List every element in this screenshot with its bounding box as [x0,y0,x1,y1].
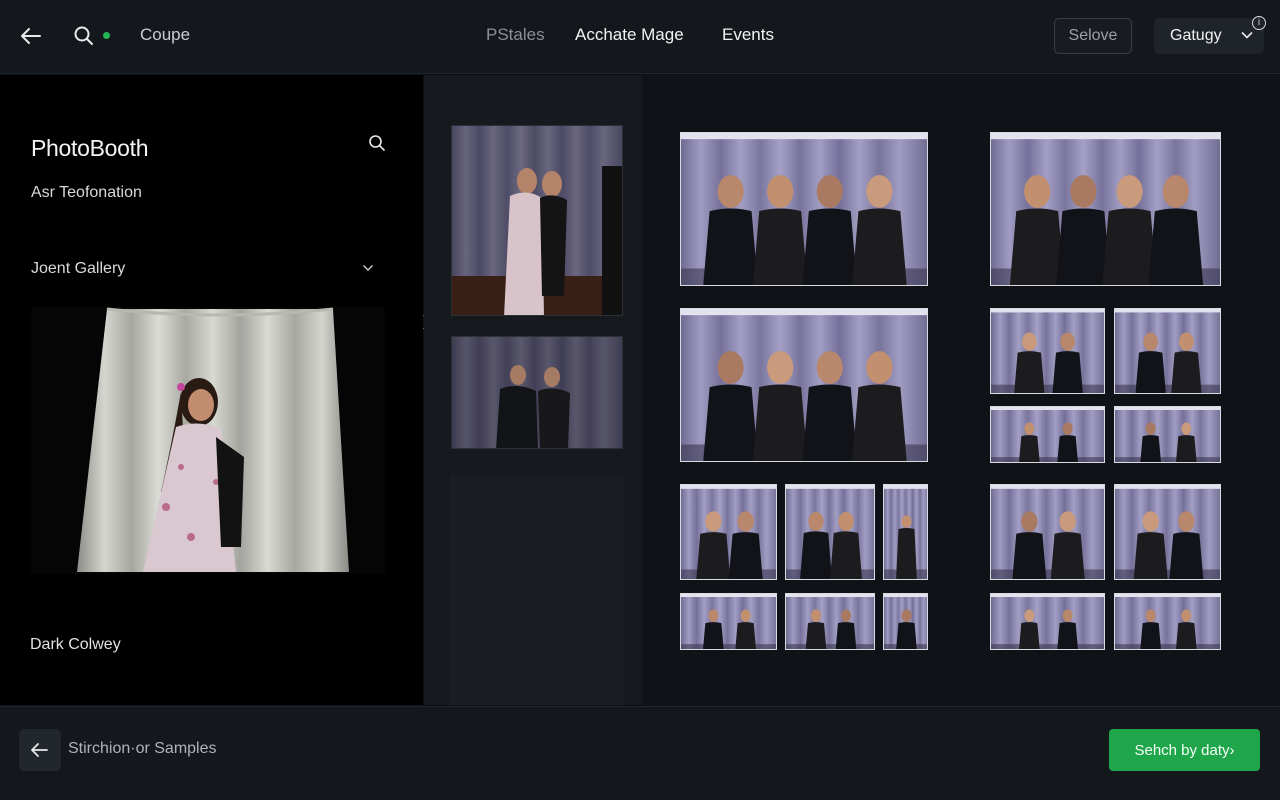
gallery-photo[interactable] [680,308,928,462]
nav-item-pstales[interactable]: PStales [486,25,545,45]
nav-item-events[interactable]: Events [722,25,774,45]
back-arrow-icon [31,743,48,757]
gallery-photo[interactable] [883,484,928,580]
panel-footer-label: Dark Colwey [30,636,121,653]
panel-subtitle: Asr Teofonation [31,184,142,201]
gallery-photo[interactable] [785,484,875,580]
back-button[interactable] [19,729,61,771]
gallery-photo[interactable] [1114,406,1221,463]
strip-thumbnail[interactable] [451,125,623,316]
status-dot [103,32,110,39]
panel-title: PhotoBooth [31,135,149,161]
gallery-photo[interactable] [990,308,1105,394]
app-title: Coupe [140,25,191,44]
gallery-photo[interactable] [680,593,777,650]
photo-grid [642,75,1280,705]
chevron-down-icon[interactable] [361,261,375,275]
category-dropdown-label: Gatugy [1170,27,1222,44]
search-icon[interactable] [367,133,387,153]
strip-thumbnail[interactable] [451,336,623,449]
select-button[interactable]: Selove [1054,18,1132,54]
detail-panel: PhotoBooth Asr Teofonation Joent Gallery… [0,75,423,705]
gallery-photo[interactable] [1114,593,1221,650]
gallery-photo[interactable] [680,484,777,580]
gallery-photo[interactable] [1114,308,1221,394]
search-by-date-button[interactable]: Sehch by daty› [1109,729,1260,771]
thumbnail-strip [424,75,642,705]
bottom-bar: Stirchion·or Samples Sehch by daty› [0,706,1280,800]
chevron-down-icon [1241,31,1253,39]
gallery-photo[interactable] [990,132,1221,286]
nav-item-acchate-mage[interactable]: Acchate Mage [575,25,684,45]
gallery-photo[interactable] [785,593,875,650]
featured-photo[interactable] [31,307,385,574]
gallery-photo[interactable] [990,406,1105,463]
gallery-photo[interactable] [883,593,928,650]
search-icon[interactable] [72,24,96,48]
gallery-photo[interactable] [680,132,928,286]
gallery-dropdown[interactable]: Joent Gallery [31,260,125,278]
info-icon[interactable]: i [1252,16,1266,30]
back-arrow-icon[interactable] [18,24,44,48]
samples-label: Stirchion·or Samples [68,740,217,757]
gallery-photo[interactable] [990,593,1105,650]
gallery-photo[interactable] [990,484,1105,580]
top-bar: Coupe PStales Acchate Mage Events Selove… [0,0,1280,74]
gallery-photo[interactable] [1114,484,1221,580]
category-dropdown[interactable]: Gatugy [1154,18,1264,54]
strip-empty-area [450,475,624,705]
